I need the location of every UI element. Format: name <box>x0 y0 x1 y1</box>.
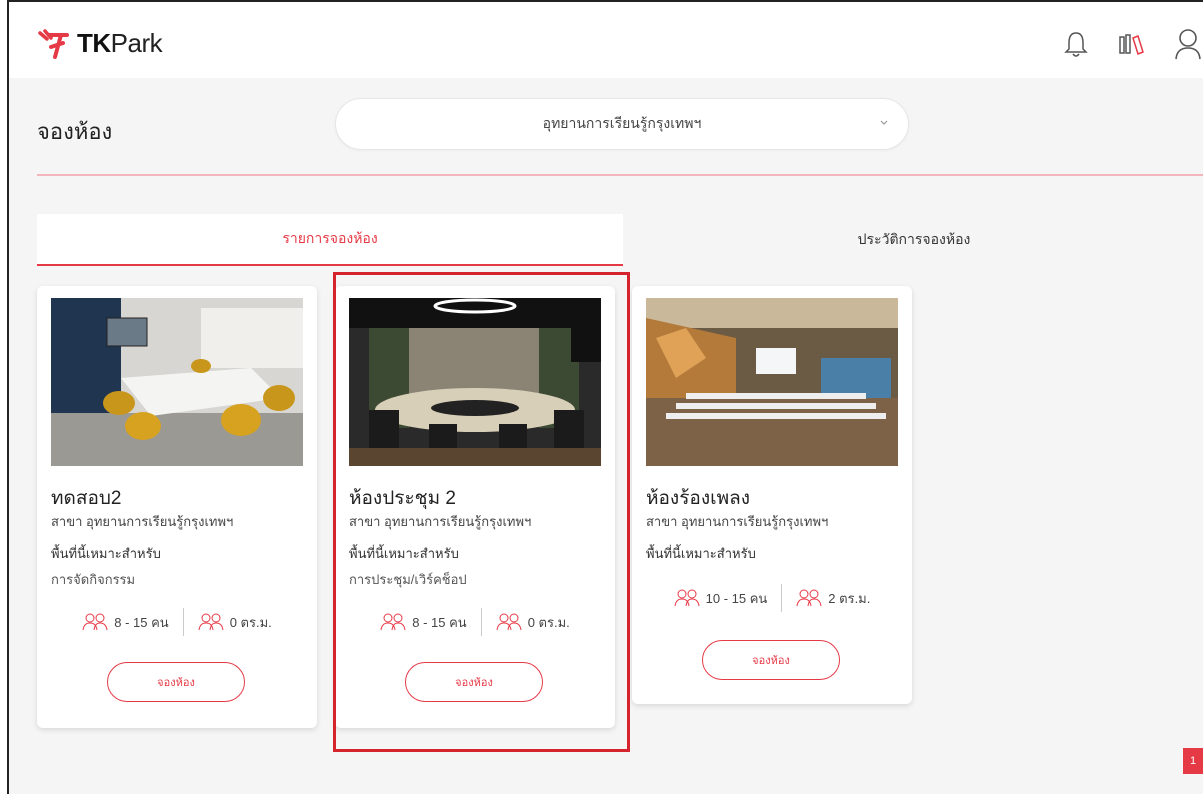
area-value: 0 ตร.ม. <box>527 614 570 630</box>
bell-icon[interactable] <box>1061 28 1091 60</box>
books-icon[interactable] <box>1117 28 1147 60</box>
area-stat: 2 ตร.ม. <box>796 588 870 609</box>
capacity-value: 10 - 15 คน <box>705 590 768 606</box>
book-room-button[interactable]: จองห้อง <box>702 640 840 680</box>
room-name: ห้องร้องเพลง <box>646 488 751 509</box>
area-stat: 0 ตร.ม. <box>496 612 570 633</box>
suitable-label: พื้นที่นี้เหมาะสำหรับ <box>349 546 459 561</box>
branch-select[interactable]: อุทยานการเรียนรู้กรุงเทพฯ <box>335 98 909 150</box>
people-icon <box>796 589 822 607</box>
area-value: 2 ตร.ม. <box>828 590 871 606</box>
room-card: ทดสอบ2 สาขา อุทยานการเรียนรู้กรุงเทพฯ พื… <box>37 286 317 728</box>
room-name: ห้องประชุม 2 <box>349 488 456 509</box>
app-window: TKPark จองห้อง อุทยานการเรียนรู้กรุงเทพฯ… <box>7 0 1203 794</box>
room-card: ห้องประชุม 2 สาขา อุทยานการเรียนรู้กรุงเ… <box>335 286 615 728</box>
logo-text: Park <box>110 28 163 58</box>
room-tabs: รายการจองห้อง ประวัติการจองห้อง <box>37 214 1203 266</box>
capacity-value: 8 - 15 คน <box>114 614 169 630</box>
people-icon <box>496 613 522 631</box>
tab-room-list[interactable]: รายการจองห้อง <box>37 214 623 266</box>
tkpark-logo[interactable]: TKPark <box>37 28 163 59</box>
room-photo <box>646 298 898 466</box>
suitable-label: พื้นที่นี้เหมาะสำหรับ <box>51 546 161 561</box>
area-stat: 0 ตร.ม. <box>198 612 272 633</box>
chevron-down-icon <box>880 120 888 125</box>
suitable-label: พื้นที่นี้เหมาะสำหรับ <box>646 546 756 561</box>
divider <box>37 174 1203 176</box>
capacity-stat: 10 - 15 คน <box>674 588 768 609</box>
room-branch: สาขา อุทยานการเรียนรู้กรุงเทพฯ <box>646 514 829 529</box>
people-icon <box>198 613 224 631</box>
capacity-stat: 8 - 15 คน <box>82 612 169 633</box>
people-icon <box>674 589 700 607</box>
logo-text-bold: TK <box>77 28 111 58</box>
room-name: ทดสอบ2 <box>51 488 122 509</box>
page-title: จองห้อง <box>37 119 113 144</box>
top-bar: TKPark <box>9 2 1203 78</box>
suitable-for: การจัดกิจกรรม <box>51 572 136 587</box>
tab-booking-history[interactable]: ประวัติการจองห้อง <box>623 214 1203 266</box>
capacity-stat: 8 - 15 คน <box>380 612 467 633</box>
stat-divider <box>480 608 482 636</box>
branch-select-value: อุทยานการเรียนรู้กรุงเทพฯ <box>542 115 702 131</box>
capacity-value: 8 - 15 คน <box>412 614 467 630</box>
people-icon <box>380 613 406 631</box>
room-card: ห้องร้องเพลง สาขา อุทยานการเรียนรู้กรุงเ… <box>632 286 912 704</box>
logo-mark-icon <box>38 28 69 59</box>
room-branch: สาขา อุทยานการเรียนรู้กรุงเทพฯ <box>51 514 234 529</box>
book-room-button[interactable]: จองห้อง <box>405 662 543 702</box>
room-photo <box>51 298 303 466</box>
suitable-for: การประชุม/เวิร์คช็อป <box>349 572 467 587</box>
people-icon <box>82 613 108 631</box>
stat-divider <box>781 584 783 612</box>
room-photo <box>349 298 601 466</box>
book-room-button[interactable]: จองห้อง <box>107 662 245 702</box>
page-badge[interactable]: 1 <box>1183 748 1203 774</box>
stat-divider <box>182 608 184 636</box>
area-value: 0 ตร.ม. <box>229 614 272 630</box>
room-branch: สาขา อุทยานการเรียนรู้กรุงเทพฯ <box>349 514 532 529</box>
user-icon[interactable] <box>1173 28 1203 60</box>
